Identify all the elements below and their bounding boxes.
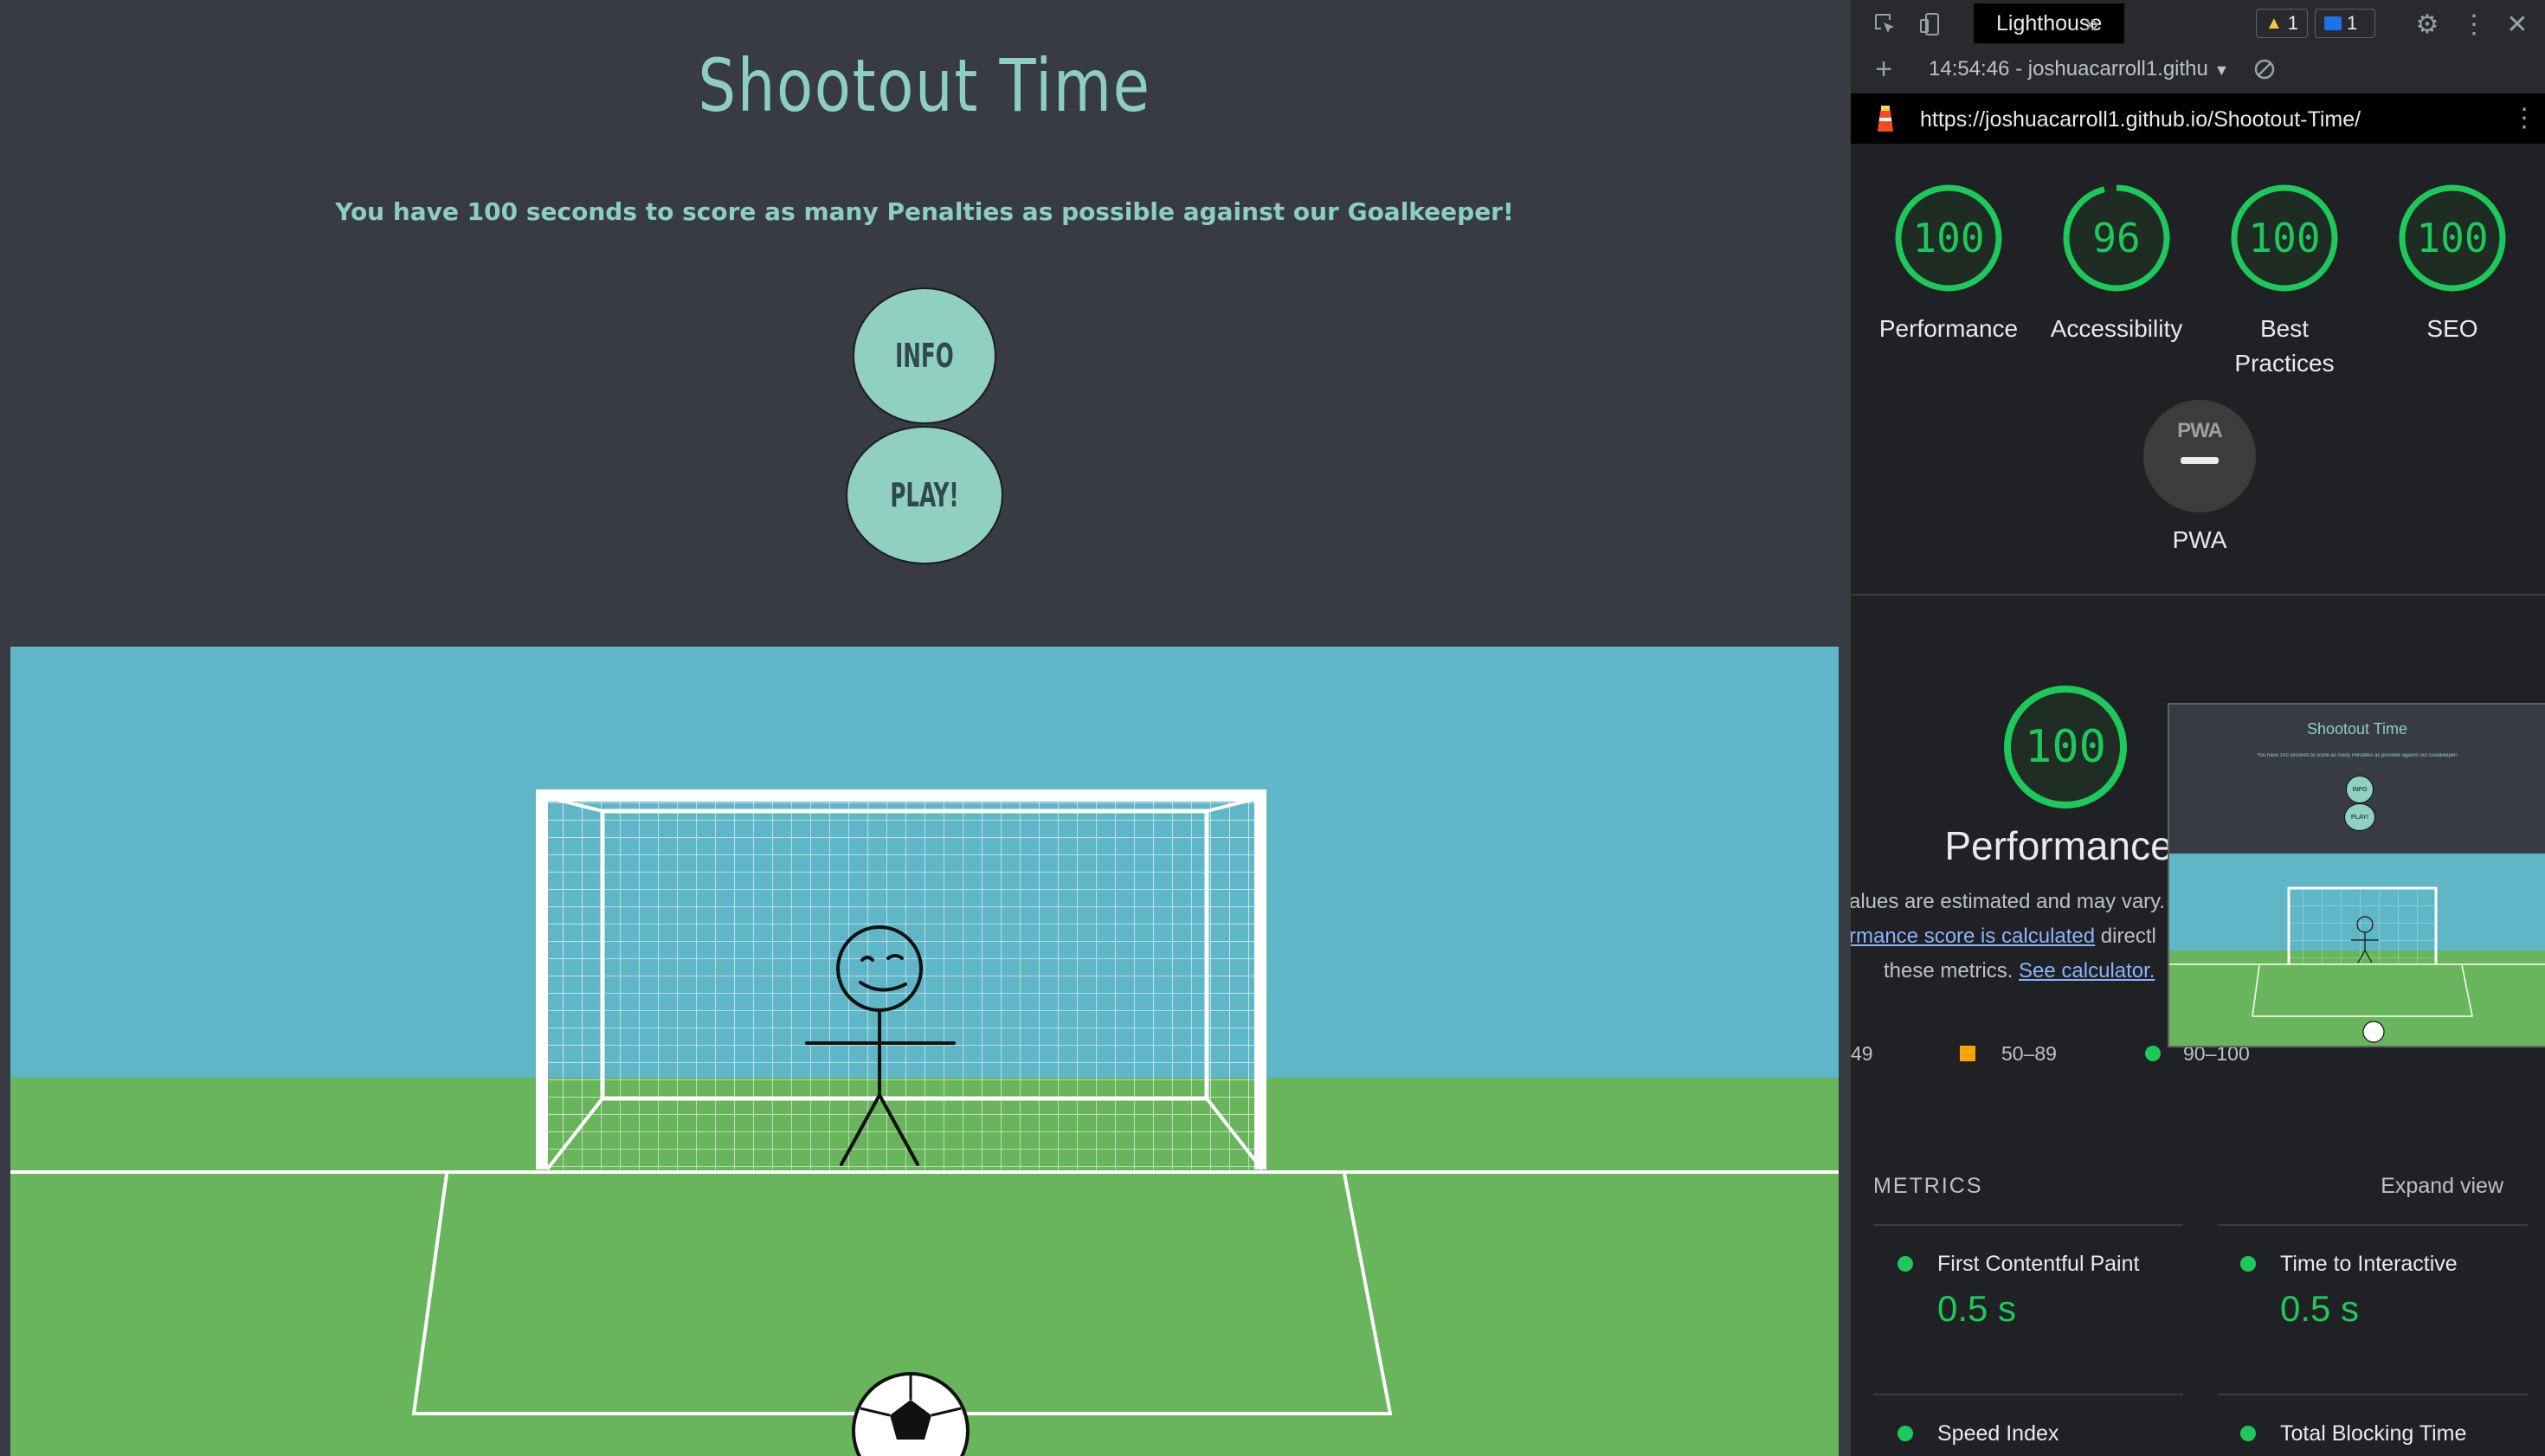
score-gauge-1[interactable]: 96 [2060,182,2173,294]
metrics-divider-left [1873,1224,2183,1226]
expand-view-button[interactable]: Expand view [2381,1174,2503,1199]
devtools-toolbar: Lighthouse » ▲ 1 1 ⚙ ⋮ ✕ [1851,0,2545,48]
legend-fail: 49 [1851,1042,1873,1066]
performance-big-score: 100 [2025,721,2106,773]
play-button[interactable]: PLAY! [846,426,1003,564]
page-subtitle: You have 100 seconds to score as many Pe… [335,197,1514,226]
settings-gear-icon[interactable]: ⚙ [2410,7,2445,42]
score-gauge-2[interactable]: 100 [2228,182,2341,294]
pitch-canvas[interactable] [10,647,1839,1456]
warnings-badge[interactable]: ▲ 1 [2256,9,2308,38]
clear-reports-icon[interactable] [2247,52,2282,87]
message-icon [2324,16,2342,30]
score-label-1: Accessibility [2050,315,2183,342]
metrics-row-divider-right [2218,1394,2528,1395]
thumbnail-play-label: PLAY! [2350,814,2369,821]
metric-tti-value: 0.5 s [2280,1288,2360,1329]
metric-tti-name: Time to Interactive [2280,1252,2458,1276]
perf-desc-line2: directl [2095,924,2156,948]
devtools-panel: Lighthouse » ▲ 1 1 ⚙ ⋮ ✕ + 14:54:46 - jo… [1849,0,2545,1456]
pwa-gauge[interactable]: PWA [2143,400,2256,512]
legend-average-text: 50–89 [2001,1042,2057,1065]
game-page: Shootout Time You have 100 seconds to sc… [0,0,1849,1456]
messages-badge[interactable]: 1 [2315,9,2375,38]
thumbnail-pitch [2169,854,2545,1046]
thumbnail-info-button: INFO [2346,776,2374,803]
metric-si-name: Speed Index [1937,1421,2059,1446]
report-menu-icon[interactable]: ⋮ [2507,100,2542,135]
report-url-bar: https://joshuacarroll1.github.io/Shootou… [1851,93,2545,144]
score-calculated-link[interactable]: rmance score is calculated [1851,924,2095,948]
device-toolbar-icon[interactable] [1913,7,1948,42]
performance-description: alues are estimated and may vary. T [1849,890,2183,914]
score-gauge-3[interactable]: 100 [2396,182,2509,294]
messages-count: 1 [2347,12,2358,34]
thumbnail-info-label: INFO [2352,786,2368,793]
goal [536,789,1266,1171]
perf-desc-line1: alues are estimated and may vary. T [1849,890,2183,913]
more-tabs-icon[interactable]: » [2074,5,2109,40]
lighthouse-logo-icon [1870,102,1901,133]
warning-icon: ▲ [2265,13,2283,33]
performance-big-gauge: 100 [2001,682,2130,812]
metric-si-pass-dot-icon [1897,1426,1913,1441]
performance-description-2: rmance score is calculated directl [1851,924,2156,949]
legend-fail-text: 49 [1851,1042,1873,1065]
score-value-0: 100 [1912,215,1985,261]
report-url[interactable]: https://joshuacarroll1.github.io/Shootou… [1920,107,2361,132]
new-report-plus-icon[interactable]: + [1866,52,1901,87]
metric-tti-pass-dot-icon [2240,1256,2256,1272]
performance-description-3: these metrics. See calculator. [1884,959,2155,983]
thumbnail-title: Shootout Time [2306,720,2408,738]
play-button-label: PLAY! [890,476,959,514]
report-selector-text: 14:54:46 - joshuacarroll1.githu [1929,57,2208,81]
metrics-divider-right [2218,1224,2528,1226]
metric-tbt-name: Total Blocking Time [2280,1421,2467,1446]
pwa-badge-text: PWA [2177,419,2223,442]
score-gauge-0[interactable]: 100 [1892,182,2005,294]
lighthouse-toolbar: + 14:54:46 - joshuacarroll1.githu ▼ [1851,47,2545,94]
see-calculator-link[interactable]: See calculator. [2019,959,2155,982]
metrics-row-divider-left [1873,1394,2183,1395]
score-value-3: 100 [2416,215,2489,261]
score-label-0: Performance [1878,315,2019,342]
score-value-2: 100 [2248,215,2321,261]
report-selector[interactable]: 14:54:46 - joshuacarroll1.githu ▼ [1929,57,2229,81]
metrics-heading: METRICS [1873,1174,1983,1198]
metric-fcp-name: First Contentful Paint [1937,1252,2140,1276]
thumbnail-subtitle: You have 100 seconds to score as many Pe… [2257,753,2458,758]
legend-pass-dot-icon [2145,1046,2161,1061]
info-button-label: INFO [895,337,954,375]
metric-fcp-pass-dot-icon [1897,1256,1913,1272]
pwa-dash-icon [2181,457,2219,464]
more-options-icon[interactable]: ⋮ [2457,7,2491,42]
info-button[interactable]: INFO [853,287,996,424]
score-label-3: SEO [2426,315,2478,342]
legend-average: 50–89 [2001,1042,2057,1066]
inspect-element-icon[interactable] [1868,7,1903,42]
score-value-1: 96 [2092,215,2141,261]
metric-tbt-pass-dot-icon [2240,1426,2256,1441]
legend-average-square-icon [1960,1046,1975,1061]
section-divider [1851,594,2545,596]
final-screenshot-thumbnail[interactable]: Shootout Time You have 100 seconds to sc… [2168,703,2545,1047]
pwa-label: PWA [2172,526,2227,553]
warnings-count: 1 [2287,12,2299,34]
page-title: Shootout Time [698,43,1151,128]
perf-desc-line3: these metrics. [1884,959,2020,982]
dropdown-arrow-icon: ▼ [2213,61,2230,79]
metric-fcp-value: 0.5 s [1937,1288,2017,1329]
close-devtools-icon[interactable]: ✕ [2500,7,2535,42]
thumbnail-play-button: PLAY! [2344,803,2375,831]
score-label-2: Best Practices [2234,315,2335,377]
